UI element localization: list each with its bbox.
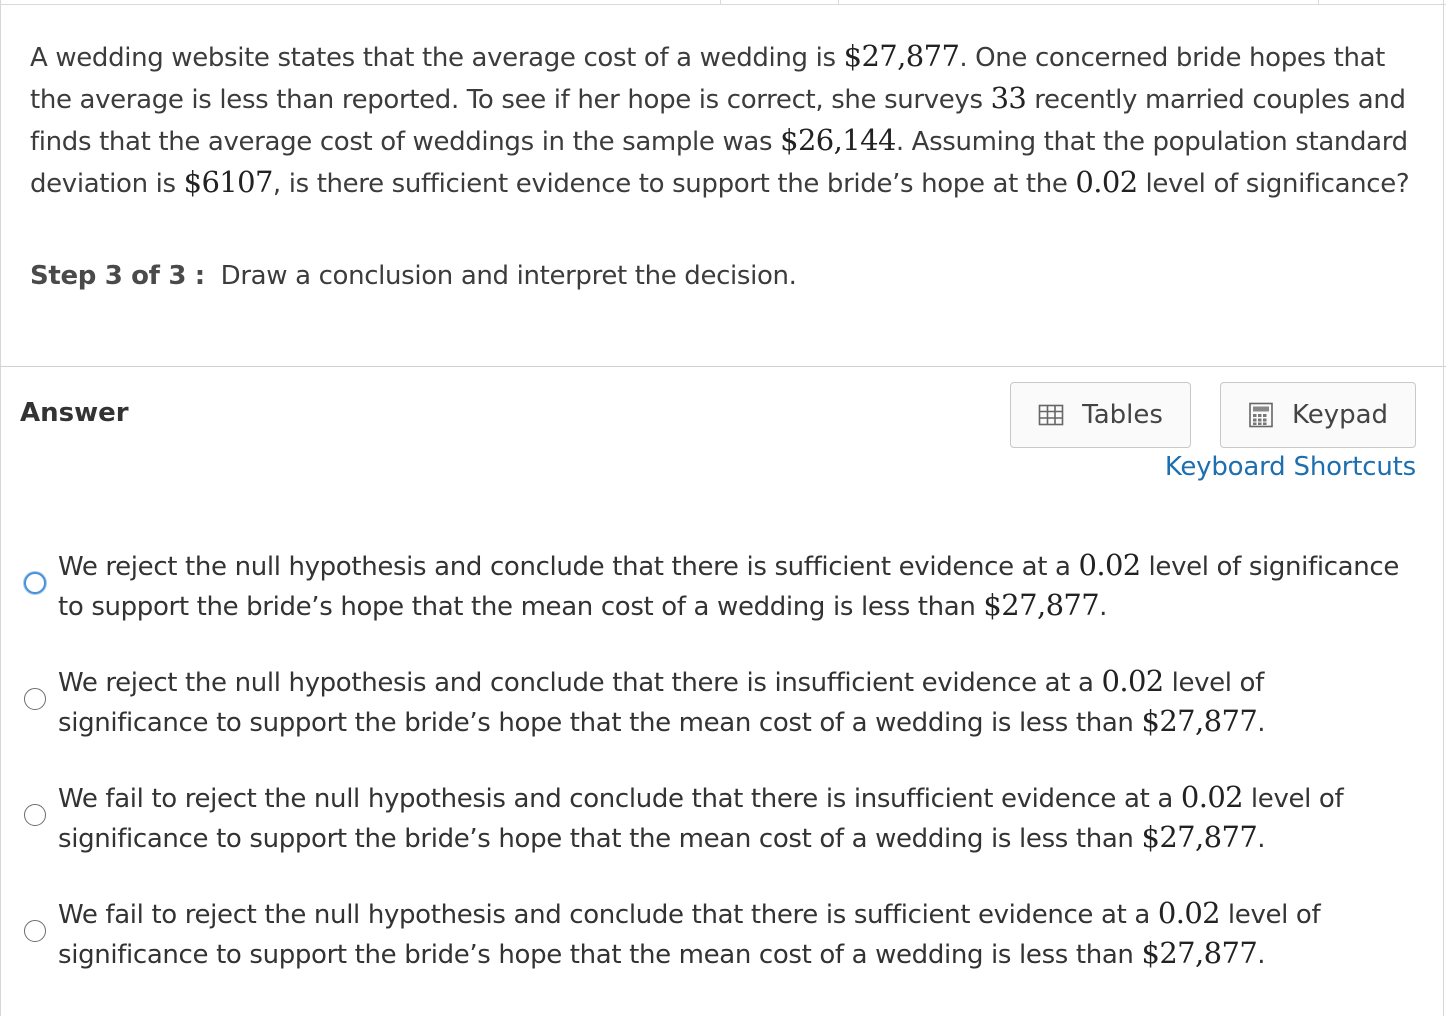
step-instruction: Step 3 of 3 : Draw a conclusion and inte… (30, 256, 797, 296)
math-value: $6107 (183, 165, 274, 199)
math-value: 0.02 (1075, 165, 1138, 199)
top-tab-divider (1318, 0, 1319, 5)
calculator-icon (1248, 402, 1274, 428)
math-value: $27,877 (1141, 704, 1258, 738)
radio-button[interactable] (24, 920, 46, 942)
table-icon (1038, 402, 1064, 428)
radio-button[interactable] (24, 804, 46, 826)
question-text: A wedding website states that the averag… (30, 39, 1410, 199)
keyboard-shortcuts-link[interactable]: Keyboard Shortcuts (1165, 452, 1416, 482)
answer-heading: Answer (20, 398, 129, 428)
math-value: 0.02 (1157, 896, 1221, 930)
option-text: We fail to reject the null hypothesis an… (58, 896, 1321, 970)
section-divider (0, 366, 1446, 367)
option-text: We fail to reject the null hypothesis an… (58, 780, 1344, 854)
math-value: 0.02 (1078, 548, 1141, 582)
answer-option[interactable]: We fail to reject the null hypothesis an… (20, 894, 1420, 974)
answer-option[interactable]: We reject the null hypothesis and conclu… (20, 546, 1420, 626)
keypad-label: Keypad (1291, 400, 1389, 430)
math-value: 33 (990, 81, 1027, 115)
math-value: $26,144 (780, 123, 896, 157)
radio-button[interactable] (24, 688, 46, 710)
math-value: $27,877 (983, 588, 1100, 622)
math-value: 0.02 (1101, 664, 1164, 698)
tables-button[interactable]: Tables (1010, 382, 1191, 448)
keypad-button[interactable]: Keypad (1220, 382, 1416, 448)
math-value: $27,877 (1141, 936, 1258, 970)
math-value: $27,877 (1141, 820, 1258, 854)
option-text: We reject the null hypothesis and conclu… (58, 548, 1399, 622)
option-text: We reject the null hypothesis and conclu… (58, 664, 1266, 738)
top-tab-divider (838, 0, 839, 5)
math-value: 0.02 (1180, 780, 1244, 814)
answer-option[interactable]: We reject the null hypothesis and conclu… (20, 662, 1420, 742)
top-divider (0, 4, 1446, 5)
step-text: Draw a conclusion and interpret the deci… (220, 261, 797, 291)
radio-button[interactable] (24, 572, 46, 594)
math-value: $27,877 (843, 39, 960, 73)
answer-option[interactable]: We fail to reject the null hypothesis an… (20, 778, 1420, 858)
top-tab-divider (720, 0, 721, 5)
step-label: Step 3 of 3 : (30, 261, 205, 291)
tables-label: Tables (1082, 400, 1163, 430)
